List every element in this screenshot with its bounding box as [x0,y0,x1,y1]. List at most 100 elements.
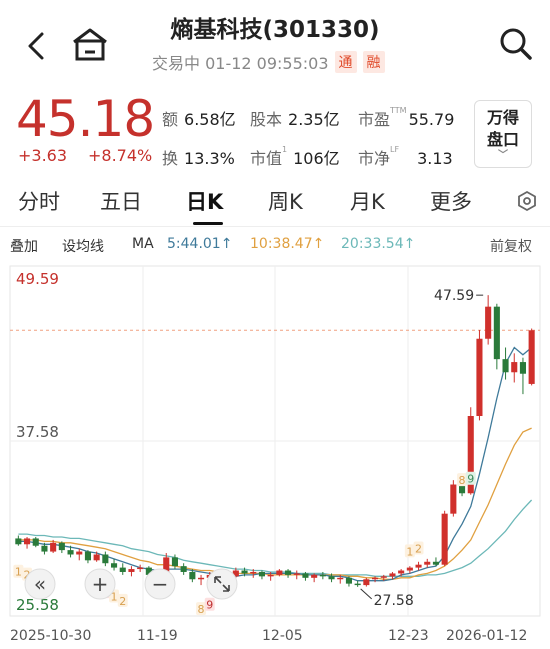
candle-body [363,579,370,586]
candle-body [511,362,518,373]
expand-icon[interactable] [206,568,238,600]
candle-body [398,570,405,574]
stat-turnover: 换 13.3% [162,149,235,168]
candle-body [119,567,126,572]
expand-icon-bg [206,568,238,600]
candle-body [41,545,48,552]
candle-body [424,561,431,565]
candle-body [128,569,135,572]
search-icon[interactable] [498,26,534,62]
low-annotation-label: 27.58 [374,593,414,609]
candle-body [519,362,526,374]
overlay-button[interactable]: 叠加 [10,236,38,256]
wande-order-book-button[interactable]: 万得 盘口 ﹀ [474,100,532,168]
marker-text: 8 [459,474,466,487]
ma-label: MA [132,236,154,252]
candle-body [93,554,100,561]
period-tabs: 分时 五日 日K 周K 月K 更多 [0,180,550,226]
candle-body [24,538,31,545]
candle-body [32,538,39,546]
stock-title: 熵基科技(301330) [170,17,380,43]
marker-text: 2 [415,543,422,556]
candle-body [528,330,535,384]
annotations: 47.5927.58128912891289 [13,288,484,616]
low-annotation-pointer [360,588,372,600]
candle-body [84,551,91,561]
status-text: 交易中 01-12 09:55:03 [152,54,329,73]
candle-body [137,567,144,570]
marker-text: 9 [206,599,213,612]
chevron-down-icon: ﹀ [498,150,508,161]
candle-body [67,550,74,555]
marker-text: 9 [467,473,474,486]
rewind-button[interactable]: « [24,568,56,600]
stat-mktcap: 市值1 106亿 [250,145,340,168]
candle-body [302,573,309,578]
tab-daily-k[interactable]: 日K [186,186,223,216]
candle-body [241,570,248,574]
candle-body [354,583,361,586]
zoom-out-button-glyph: − [152,572,169,596]
kline-chart[interactable]: 47.5927.58128912891289 49.5937.5825.5820… [0,258,550,649]
x-axis-label: 11-19 [137,628,178,644]
candle-body [441,513,448,565]
y-label-mid: 37.58 [16,423,59,441]
x-axis-label: 12-05 [262,628,303,644]
chart-grid [9,265,541,617]
candle-body [58,542,65,551]
candle-body [250,571,257,574]
axis-labels: 49.5937.5825.582025-10-30 11-19 12-05 12-23… [10,270,527,644]
tab-five-day[interactable]: 五日 [100,186,142,216]
marker-text: 8 [198,603,205,616]
tab-monthly-k[interactable]: 月K [350,186,385,216]
candle-body [189,571,196,580]
candle-body [450,484,457,514]
adjust-mode-button[interactable]: 前复权 [490,236,532,256]
candle-body [76,551,83,555]
candle-body [476,338,483,416]
candle-body [415,564,422,568]
candle-body [293,573,300,575]
set-ma-button[interactable]: 设均线 [62,236,104,256]
candle-body [267,574,274,577]
high-annotation-label: 47.59 [434,288,474,304]
divider [0,226,550,227]
x-axis-label: 2025-10-30 [10,628,91,644]
candle-body [50,542,57,552]
ma20-value: 20:33.54↑ [341,236,416,252]
candle-body [389,573,396,577]
y-label-top: 49.59 [16,270,59,288]
zoom-out-button[interactable]: − [144,568,176,600]
candle-body [345,577,352,584]
marker-text: 1 [15,566,22,579]
zoom-in-button[interactable]: + [84,568,116,600]
candle-body [15,538,22,545]
candle-body [328,576,335,580]
candle-body [311,574,318,578]
trading-status: 交易中 01-12 09:55:03 通 融 [152,50,385,74]
tab-more[interactable]: 更多 [430,186,472,216]
candle-body [493,306,500,360]
tab-intraday[interactable]: 分时 [18,186,60,216]
tag-tong: 通 [334,51,357,73]
current-price: 45.18 [16,90,155,148]
zoom-in-button-glyph: + [92,572,109,596]
x-axis-label: 12-23 [388,628,429,644]
stat-pe: 市盈TTM 55.79 [358,106,455,129]
candle-body [502,359,509,373]
active-tab-indicator [193,222,223,225]
rewind-button-glyph: « [34,572,46,596]
price-change: +3.63 [18,146,68,165]
candle-body [319,574,326,577]
tab-weekly-k[interactable]: 周K [268,186,303,216]
candle-body [258,571,265,577]
marker-text: 1 [406,545,413,558]
candle-body [485,306,492,339]
candle-body [406,567,413,571]
stat-amount: 额 6.58亿 [162,110,236,129]
candle-body [180,566,187,572]
settings-icon[interactable] [516,190,538,212]
candle-body [337,577,344,580]
candle-body [276,570,283,575]
x-axis-label: 2026-01-12 [446,628,527,644]
